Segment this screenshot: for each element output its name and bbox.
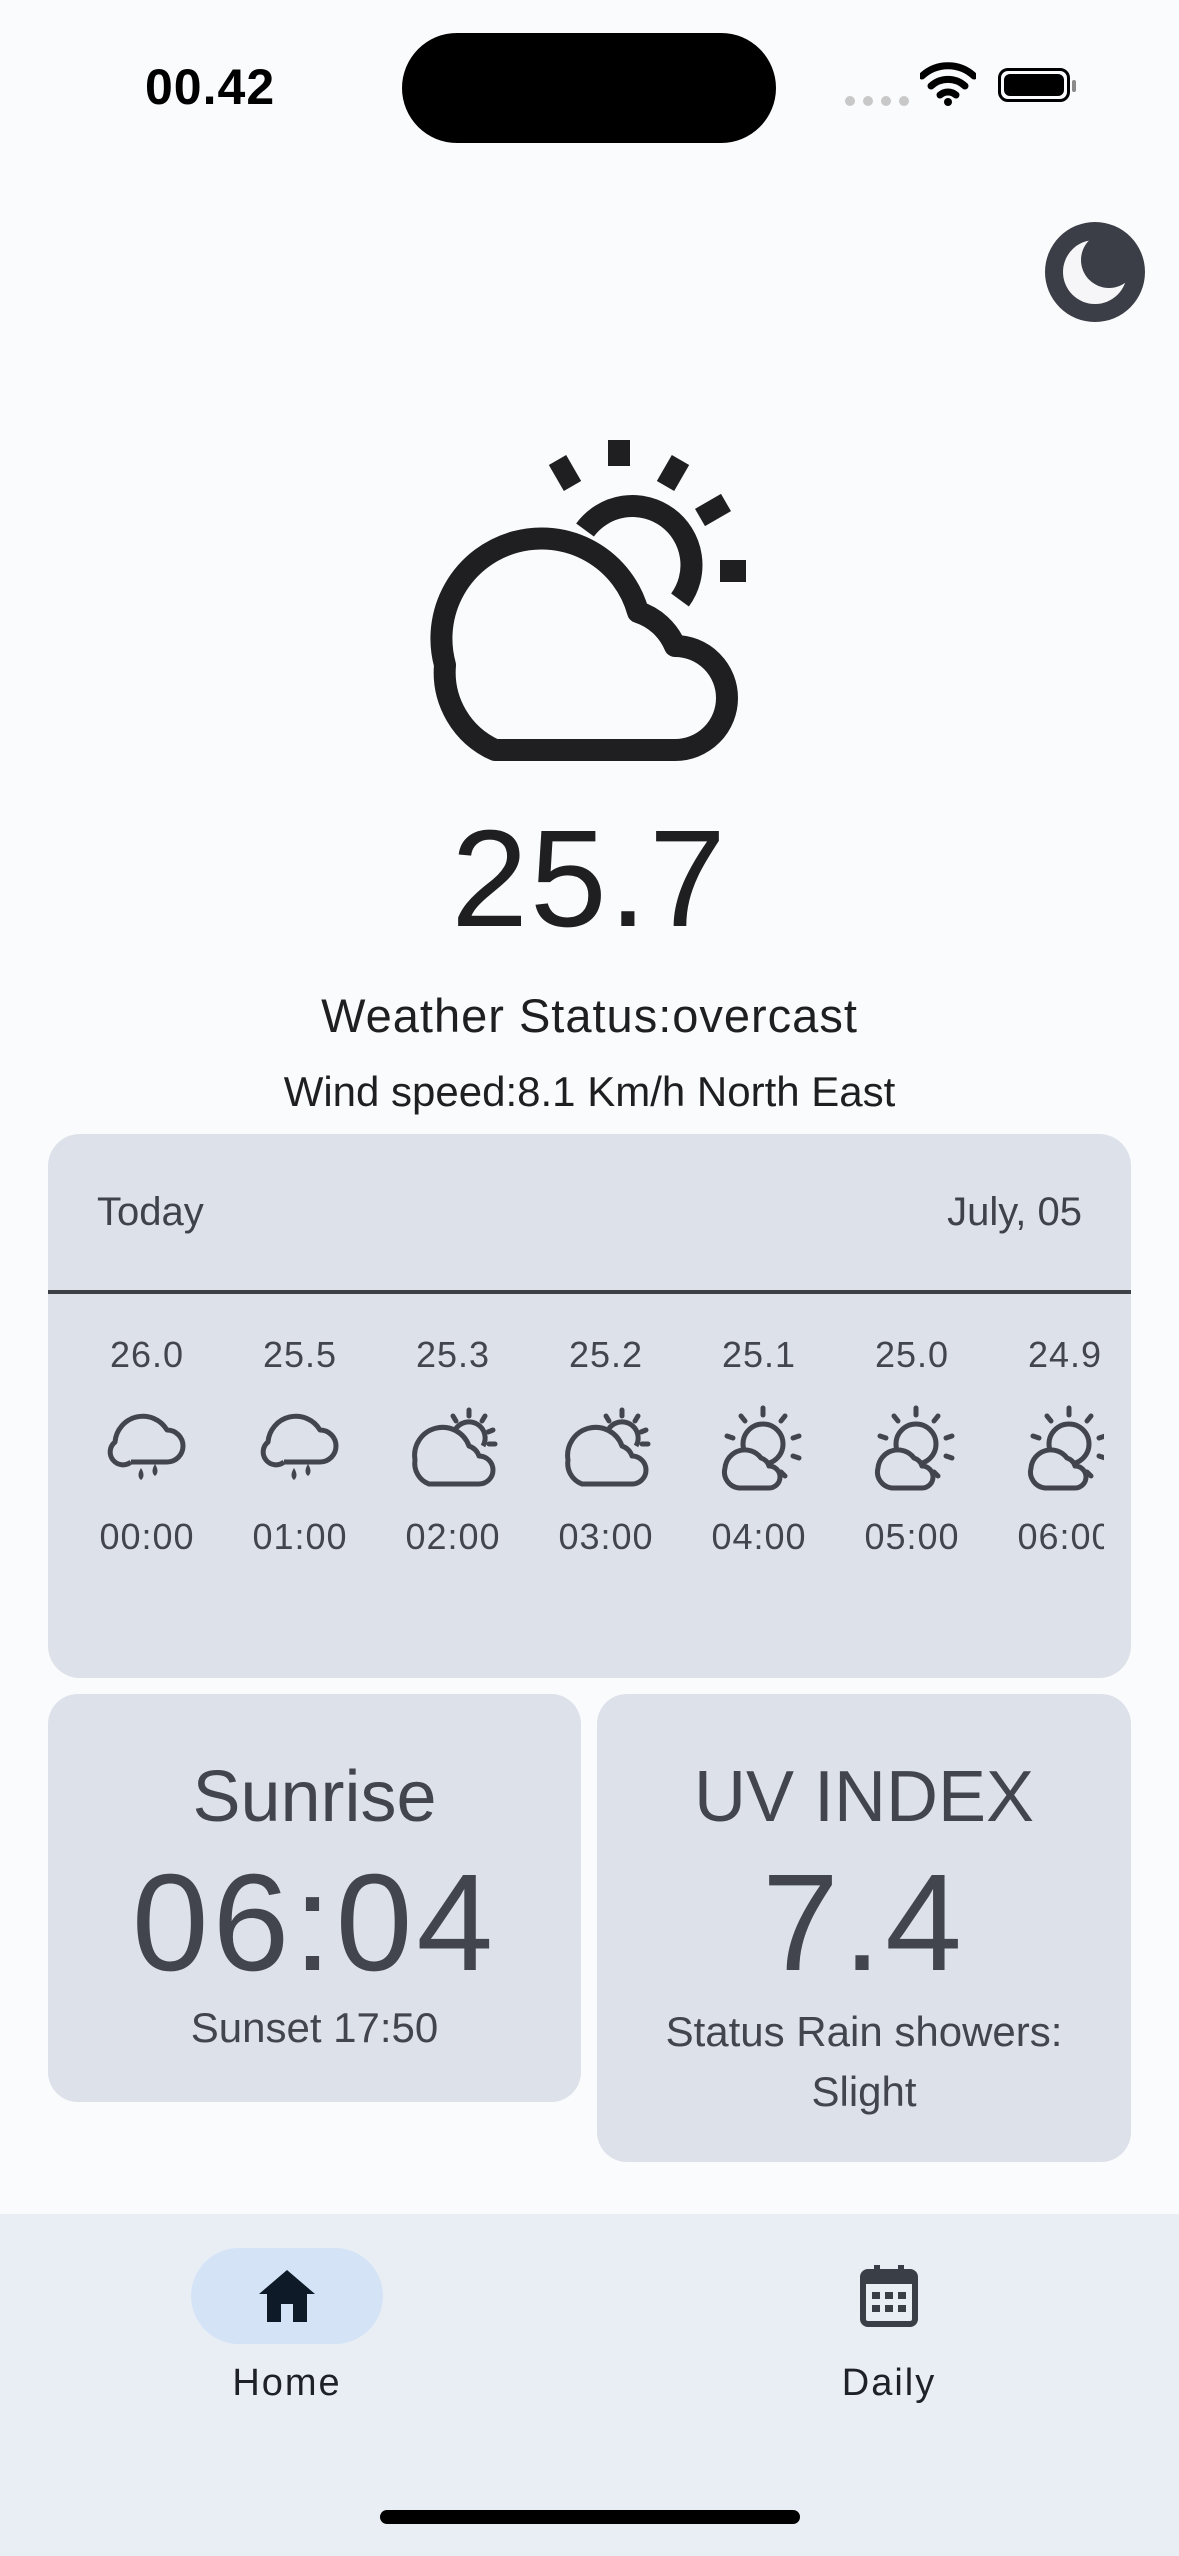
hourly-item: 26.0 00:00 (72, 1334, 222, 1558)
hourly-item: 25.3 02:00 (378, 1334, 528, 1558)
nav-label-home: Home (232, 2362, 342, 2404)
dynamic-island (402, 33, 776, 143)
hour-time: 05:00 (864, 1516, 960, 1557)
rain-showers-icon (260, 1413, 339, 1480)
hour-temperature: 25.3 (415, 1334, 491, 1375)
hour-temperature: 25.1 (721, 1334, 797, 1375)
calendar-icon (860, 2265, 918, 2327)
theme-toggle-button[interactable] (1045, 222, 1145, 322)
nav-item-daily[interactable]: Daily (739, 2248, 1039, 2405)
hourly-item: 25.5 01:00 (225, 1334, 375, 1558)
hour-time: 01:00 (252, 1516, 348, 1557)
hour-time: 00:00 (99, 1516, 195, 1557)
uv-index-card: UV INDEX 7.4 Status Rain showers: Slight (597, 1694, 1131, 2162)
home-icon (259, 2270, 315, 2322)
hour-temperature: 25.0 (874, 1334, 950, 1375)
status-time: 00.42 (145, 59, 276, 115)
uv-value: 7.4 (762, 1846, 966, 2000)
hour-temperature: 25.5 (262, 1334, 338, 1375)
sunrise-title: Sunrise (192, 1757, 437, 1837)
nav-active-indicator (191, 2248, 383, 2344)
sunset-time: Sunset 17:50 (190, 2004, 439, 2051)
hour-temperature: 26.0 (109, 1334, 185, 1375)
sun-behind-cloud-icon (722, 1405, 802, 1491)
hour-temperature: 25.2 (568, 1334, 644, 1375)
hour-time: 04:00 (711, 1516, 807, 1557)
hourly-list[interactable]: 26.0 00:00 25.5 01:00 25.3 02:00 25.2 03:00 25.1… (72, 1334, 1104, 1634)
nav-label-daily: Daily (841, 2362, 937, 2404)
nav-icon-wrap (793, 2248, 985, 2344)
home-indicator (380, 2510, 800, 2524)
date-label: July, 05 (947, 1190, 1082, 1234)
sun-behind-cloud-icon (875, 1405, 955, 1491)
hourly-header: Today July, 05 (48, 1134, 1131, 1294)
wind-speed: Wind speed:8.1 Km/h North East (283, 1068, 896, 1115)
day-label: Today (97, 1190, 204, 1234)
hourly-forecast-card: Today July, 05 26.0 00:00 25.5 01:00 25.3 02:… (48, 1134, 1131, 1678)
bottom-navigation: Home Daily (0, 2214, 1179, 2556)
sun-behind-cloud-icon (1028, 1405, 1104, 1491)
hourly-item: 24.9 06:00 (990, 1334, 1104, 1558)
partly-cloudy-icon (412, 1407, 498, 1487)
cellular-signal-icon (845, 96, 909, 106)
hour-time: 06:00 (1017, 1516, 1104, 1557)
hour-time: 02:00 (405, 1516, 501, 1557)
battery-icon (998, 68, 1076, 102)
partly-cloudy-icon (430, 440, 746, 761)
hourly-item: 25.0 05:00 (837, 1334, 987, 1558)
moon-icon (1063, 232, 1137, 304)
hour-temperature: 24.9 (1027, 1334, 1103, 1375)
uv-status: Status Rain showers: Slight (665, 2008, 1063, 2115)
hourly-item: 25.2 03:00 (531, 1334, 681, 1558)
sunrise-card: Sunrise 06:04 Sunset 17:50 (48, 1694, 581, 2102)
partly-cloudy-icon (565, 1407, 651, 1487)
hourly-item: 25.1 04:00 (684, 1334, 834, 1558)
sunrise-time: 06:04 (131, 1846, 498, 2000)
rain-showers-icon (107, 1413, 186, 1480)
wifi-icon (920, 62, 976, 106)
hour-time: 03:00 (558, 1516, 654, 1557)
weather-status: Weather Status:overcast (321, 989, 858, 1042)
nav-item-home[interactable]: Home (137, 2248, 437, 2405)
uv-title: UV INDEX (693, 1757, 1035, 1837)
current-temperature: 25.7 (451, 802, 728, 956)
